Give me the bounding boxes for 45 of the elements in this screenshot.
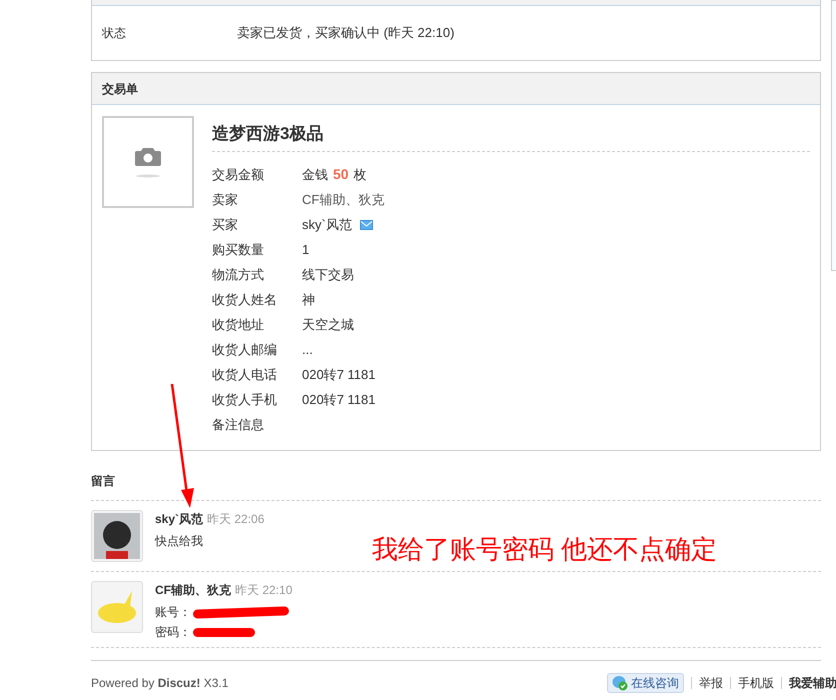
field-label: 买家 — [212, 216, 239, 234]
field-label: 收货人电话 — [212, 366, 278, 384]
author-link[interactable]: CF辅助、狄克 — [155, 581, 231, 599]
field-label: 交易金额 — [212, 166, 265, 184]
field-value: 020转7 1181 — [302, 390, 376, 409]
field-value: ... — [302, 340, 313, 359]
price-amount: 50 — [333, 165, 349, 184]
message-time: 昨天 22:10 — [235, 582, 292, 599]
message-text: 账号： — [155, 604, 191, 621]
field-label: 收货人姓名 — [212, 290, 278, 309]
field-label: 收货人手机 — [212, 390, 278, 409]
panel-title: 交易单 — [102, 80, 138, 98]
section-title: 留言 — [91, 473, 116, 490]
footer-link[interactable]: 手机版 — [738, 674, 774, 692]
status-value: 卖家已发货，买家确认中 (昨天 22:10) — [237, 24, 454, 42]
seller-link[interactable]: CF辅助、狄克 — [302, 190, 384, 210]
status-label: 状态 — [102, 25, 127, 42]
field-label: 卖家 — [212, 190, 239, 209]
consult-button[interactable]: 在线咨询 — [607, 673, 684, 693]
field-label: 物流方式 — [212, 266, 265, 284]
buyer-link[interactable]: sky`风范 — [302, 214, 352, 234]
field-label: 备注信息 — [212, 416, 265, 434]
annotation-text: 我给了账号密码 他还不点确定 — [372, 533, 718, 566]
powered-by-text: Powered by Discuz! X3.1 — [91, 675, 228, 692]
field-value: 1 — [302, 240, 310, 259]
message-text: 快点给我 — [155, 533, 203, 550]
field-value: 020转7 1181 — [302, 366, 376, 384]
field-value: 线下交易 — [302, 266, 354, 284]
redaction-scribble — [193, 628, 255, 636]
camera-icon — [135, 146, 161, 178]
field-value: 天空之城 — [302, 316, 354, 334]
field-label: 购买数量 — [212, 240, 265, 259]
message-time: 昨天 22:06 — [207, 511, 264, 528]
field-label: 收货人邮编 — [212, 340, 278, 359]
author-link[interactable]: sky`风范 — [155, 510, 204, 528]
footer-link[interactable]: 我爱辅助 — [789, 674, 836, 692]
field-value: 神 — [302, 290, 315, 309]
mail-icon[interactable] — [360, 220, 373, 230]
chat-bubble-icon — [612, 675, 628, 691]
price-unit: 枚 — [354, 166, 367, 184]
item-title: 造梦西游3极品 — [212, 116, 810, 152]
message-text: 密码： — [155, 624, 191, 641]
field-label: 收货地址 — [212, 316, 265, 334]
footer-link[interactable]: 举报 — [699, 674, 723, 692]
price-prefix: 金钱 — [302, 166, 328, 184]
